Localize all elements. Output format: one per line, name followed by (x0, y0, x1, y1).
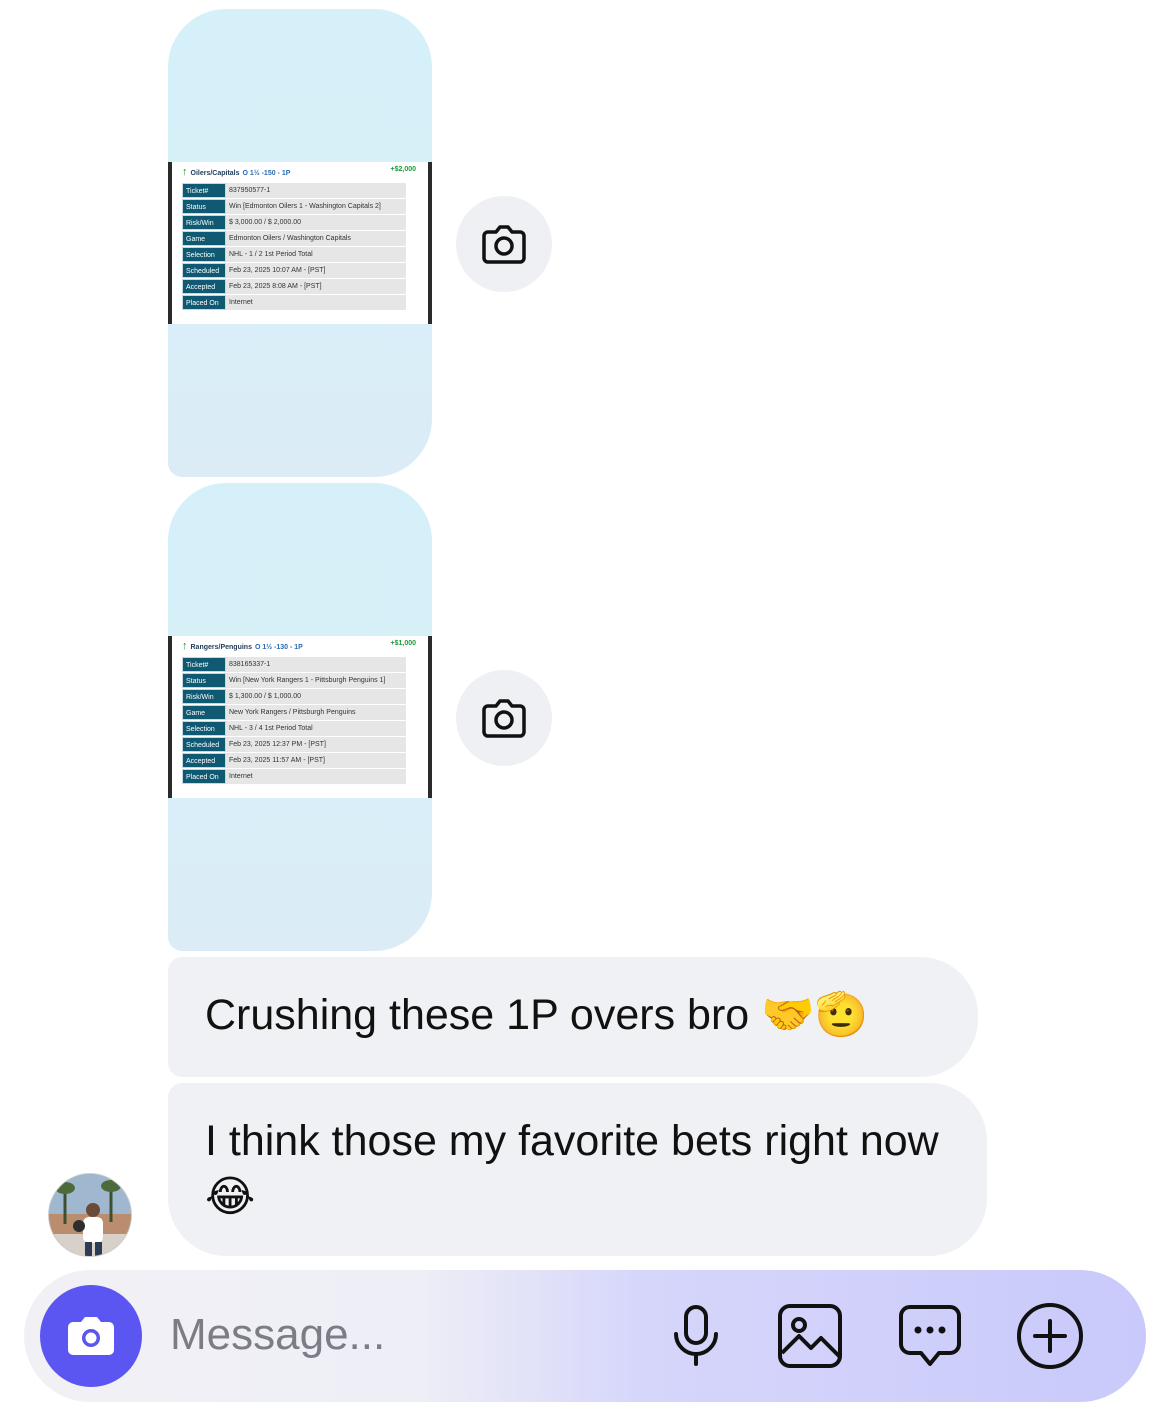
row-key: Scheduled (182, 263, 226, 278)
avatar[interactable] (48, 1173, 132, 1257)
ticket-teams: Oilers/Capitals (190, 170, 240, 177)
row-value: New York Rangers / Pittsburgh Penguins (226, 705, 406, 720)
row-value: 837950577-1 (226, 183, 406, 198)
up-arrow-icon: ↑ (182, 640, 188, 652)
row-key: Risk/Win (182, 689, 226, 704)
row-value: $ 3,000.00 / $ 2,000.00 (226, 215, 406, 230)
row-value: NHL - 1 / 2 1st Period Total (226, 247, 406, 262)
ticket-amount: +$2,000 (390, 166, 417, 173)
ticket-row: Scheduled Feb 23, 2025 12:37 PM - [PST] (182, 737, 406, 752)
camera-icon (68, 1317, 114, 1355)
ticket-row: Scheduled Feb 23, 2025 10:07 AM - [PST] (182, 263, 406, 278)
row-value: Feb 23, 2025 12:37 PM - [PST] (226, 737, 406, 752)
image-edge (428, 162, 432, 324)
row-value: Feb 23, 2025 10:07 AM - [PST] (226, 263, 406, 278)
row-key: Placed On (182, 295, 226, 310)
bet-ticket-image: ↑ Rangers/Penguins O 1½ -130 - 1P +$1,000 … (168, 636, 432, 798)
ticket-row: Risk/Win $ 3,000.00 / $ 2,000.00 (182, 215, 406, 230)
row-key: Accepted (182, 753, 226, 768)
ticket-row: Risk/Win $ 1,300.00 / $ 1,000.00 (182, 689, 406, 704)
row-key: Ticket# (182, 657, 226, 672)
row-key: Status (182, 673, 226, 688)
row-key: Selection (182, 247, 226, 262)
image-edge (168, 636, 172, 798)
row-key: Accepted (182, 279, 226, 294)
row-value: Internet (226, 295, 406, 310)
row-key: Ticket# (182, 183, 226, 198)
text-message[interactable]: I think those my favorite bets right now… (168, 1083, 987, 1256)
row-key: Placed On (182, 769, 226, 784)
ticket-row: Selection NHL - 1 / 2 1st Period Total (182, 247, 406, 262)
row-value: Edmonton Oilers / Washington Capitals (226, 231, 406, 246)
row-key: Selection (182, 721, 226, 736)
image-edge (428, 636, 432, 798)
camera-icon (482, 225, 526, 264)
row-value: NHL - 3 / 4 1st Period Total (226, 721, 406, 736)
ticket-header: ↑ Rangers/Penguins O 1½ -130 - 1P +$1,000 (182, 640, 418, 654)
up-arrow-icon: ↑ (182, 166, 188, 178)
row-key: Status (182, 199, 226, 214)
ticket-row: Status Win [New York Rangers 1 - Pittsbur… (182, 673, 406, 688)
image-message-2[interactable]: ↑ Rangers/Penguins O 1½ -130 - 1P +$1,000 … (168, 483, 432, 951)
row-value: 838165337-1 (226, 657, 406, 672)
ticket-header: ↑ Oilers/Capitals O 1½ -150 - 1P +$2,000 (182, 166, 418, 180)
row-key: Scheduled (182, 737, 226, 752)
image-message-1[interactable]: ↑ Oilers/Capitals O 1½ -150 - 1P +$2,000 T… (168, 9, 432, 477)
message-composer: Message... (24, 1270, 1146, 1402)
ticket-row: Ticket# 838165337-1 (182, 657, 406, 672)
ticket-row: Accepted Feb 23, 2025 11:57 AM - [PST] (182, 753, 406, 768)
row-value: Feb 23, 2025 11:57 AM - [PST] (226, 753, 406, 768)
ticket-row: Ticket# 837950577-1 (182, 183, 406, 198)
more-button[interactable] (1014, 1300, 1086, 1372)
row-value: Internet (226, 769, 406, 784)
photo-reply-button[interactable] (456, 670, 552, 766)
gallery-button[interactable] (774, 1300, 846, 1372)
message-text: Crushing these 1P overs bro 🤝🫡 (205, 991, 869, 1039)
bet-ticket-image: ↑ Oilers/Capitals O 1½ -150 - 1P +$2,000 T… (168, 162, 432, 324)
camera-button[interactable] (40, 1285, 142, 1387)
ticket-rows: Ticket# 837950577-1 Status Win [Edmonton O… (182, 183, 406, 311)
image-icon (778, 1304, 842, 1368)
plus-circle-icon (1017, 1303, 1083, 1369)
ticket-row: Game Edmonton Oilers / Washington Capital… (182, 231, 406, 246)
ticket-row: Accepted Feb 23, 2025 8:08 AM - [PST] (182, 279, 406, 294)
avatar-photo (49, 1174, 131, 1256)
row-key: Game (182, 231, 226, 246)
row-value: $ 1,300.00 / $ 1,000.00 (226, 689, 406, 704)
ticket-line: O 1½ -150 - 1P (242, 170, 291, 177)
image-edge (168, 162, 172, 324)
microphone-icon (674, 1305, 718, 1366)
ticket-row: Status Win [Edmonton Oilers 1 - Washingto… (182, 199, 406, 214)
ticket-teams: Rangers/Penguins (190, 644, 252, 651)
photo-reply-button[interactable] (456, 196, 552, 292)
row-key: Game (182, 705, 226, 720)
ticket-row: Placed On Internet (182, 295, 406, 310)
text-message[interactable]: Crushing these 1P overs bro 🤝🫡 (168, 957, 978, 1077)
camera-icon (482, 699, 526, 738)
chat-bubble-icon (899, 1305, 961, 1366)
ticket-row: Placed On Internet (182, 769, 406, 784)
ticket-amount: +$1,000 (390, 640, 417, 647)
microphone-button[interactable] (660, 1300, 732, 1372)
ticket-line: O 1½ -130 - 1P (254, 644, 303, 651)
row-value: Win [New York Rangers 1 - Pittsburgh Pen… (226, 673, 406, 688)
sticker-chat-button[interactable] (894, 1300, 966, 1372)
row-value: Feb 23, 2025 8:08 AM - [PST] (226, 279, 406, 294)
message-text: I think those my favorite bets right now… (205, 1117, 939, 1221)
ticket-row: Game New York Rangers / Pittsburgh Pengui… (182, 705, 406, 720)
ticket-row: Selection NHL - 3 / 4 1st Period Total (182, 721, 406, 736)
row-value: Win [Edmonton Oilers 1 - Washington Capi… (226, 199, 406, 214)
ticket-rows: Ticket# 838165337-1 Status Win [New York R… (182, 657, 406, 785)
row-key: Risk/Win (182, 215, 226, 230)
message-input[interactable]: Message... (170, 1310, 385, 1360)
